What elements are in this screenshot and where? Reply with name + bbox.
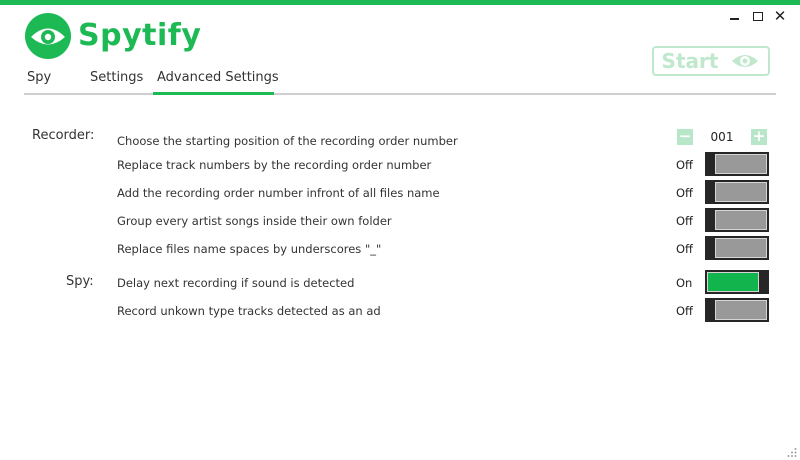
- app-title: Spytify: [78, 18, 202, 53]
- accent-top-bar: [0, 0, 800, 5]
- maximize-icon: [753, 11, 763, 21]
- maximize-button[interactable]: [750, 8, 766, 24]
- toggle-state-label: Off: [676, 304, 693, 318]
- start-button[interactable]: Start: [652, 46, 770, 76]
- tab-spy[interactable]: Spy: [27, 68, 51, 88]
- setting-label: Record unkown type tracks detected as an…: [117, 304, 381, 318]
- order-number-stepper-value[interactable]: 001: [707, 129, 737, 145]
- toggle-state-label: Off: [676, 186, 693, 200]
- stepper-increment-button[interactable]: +: [751, 129, 767, 145]
- tab-divider: [24, 93, 776, 95]
- tab-settings[interactable]: Settings: [90, 68, 143, 88]
- setting-label: Replace files name spaces by underscores…: [117, 242, 382, 256]
- minimize-icon: [729, 18, 739, 20]
- delay-recording-toggle[interactable]: [705, 270, 769, 294]
- setting-label: Group every artist songs inside their ow…: [117, 214, 392, 228]
- setting-row-replace-spaces: Replace files name spaces by underscores…: [0, 236, 800, 262]
- spytify-logo-icon: [25, 13, 71, 59]
- add-order-number-toggle[interactable]: [705, 180, 769, 204]
- eye-icon: [732, 55, 759, 67]
- stepper-decrement-button[interactable]: −: [677, 129, 693, 145]
- setting-label: Delay next recording if sound is detecte…: [117, 276, 355, 290]
- toggle-state-label: Off: [676, 242, 693, 256]
- setting-row-delay-recording: Delay next recording if sound is detecte…: [0, 270, 800, 296]
- toggle-state-label: Off: [676, 158, 693, 172]
- close-button[interactable]: ✕: [772, 7, 788, 25]
- setting-label: Choose the starting position of the reco…: [117, 134, 458, 148]
- replace-track-numbers-toggle[interactable]: [705, 152, 769, 176]
- setting-row-add-order-number: Add the recording order number infront o…: [0, 180, 800, 206]
- record-unknown-ads-toggle[interactable]: [705, 298, 769, 322]
- start-button-label: Start: [661, 49, 719, 73]
- resize-grip-icon[interactable]: [787, 447, 797, 457]
- active-tab-indicator: [153, 92, 274, 95]
- group-artist-songs-toggle[interactable]: [705, 208, 769, 232]
- replace-spaces-toggle[interactable]: [705, 236, 769, 260]
- toggle-state-label: Off: [676, 214, 693, 228]
- toggle-state-label: On: [676, 276, 693, 290]
- setting-label: Add the recording order number infront o…: [117, 186, 440, 200]
- tab-advanced-settings[interactable]: Advanced Settings: [157, 68, 279, 88]
- setting-row-record-unknown-ads: Record unkown type tracks detected as an…: [0, 298, 800, 324]
- setting-label: Replace track numbers by the recording o…: [117, 158, 432, 172]
- setting-row-replace-track-numbers: Replace track numbers by the recording o…: [0, 152, 800, 178]
- minimize-button[interactable]: [726, 8, 742, 24]
- close-icon: ✕: [773, 7, 787, 25]
- setting-row-group-artist-songs: Group every artist songs inside their ow…: [0, 208, 800, 234]
- setting-row-start-position: Choose the starting position of the reco…: [0, 128, 800, 154]
